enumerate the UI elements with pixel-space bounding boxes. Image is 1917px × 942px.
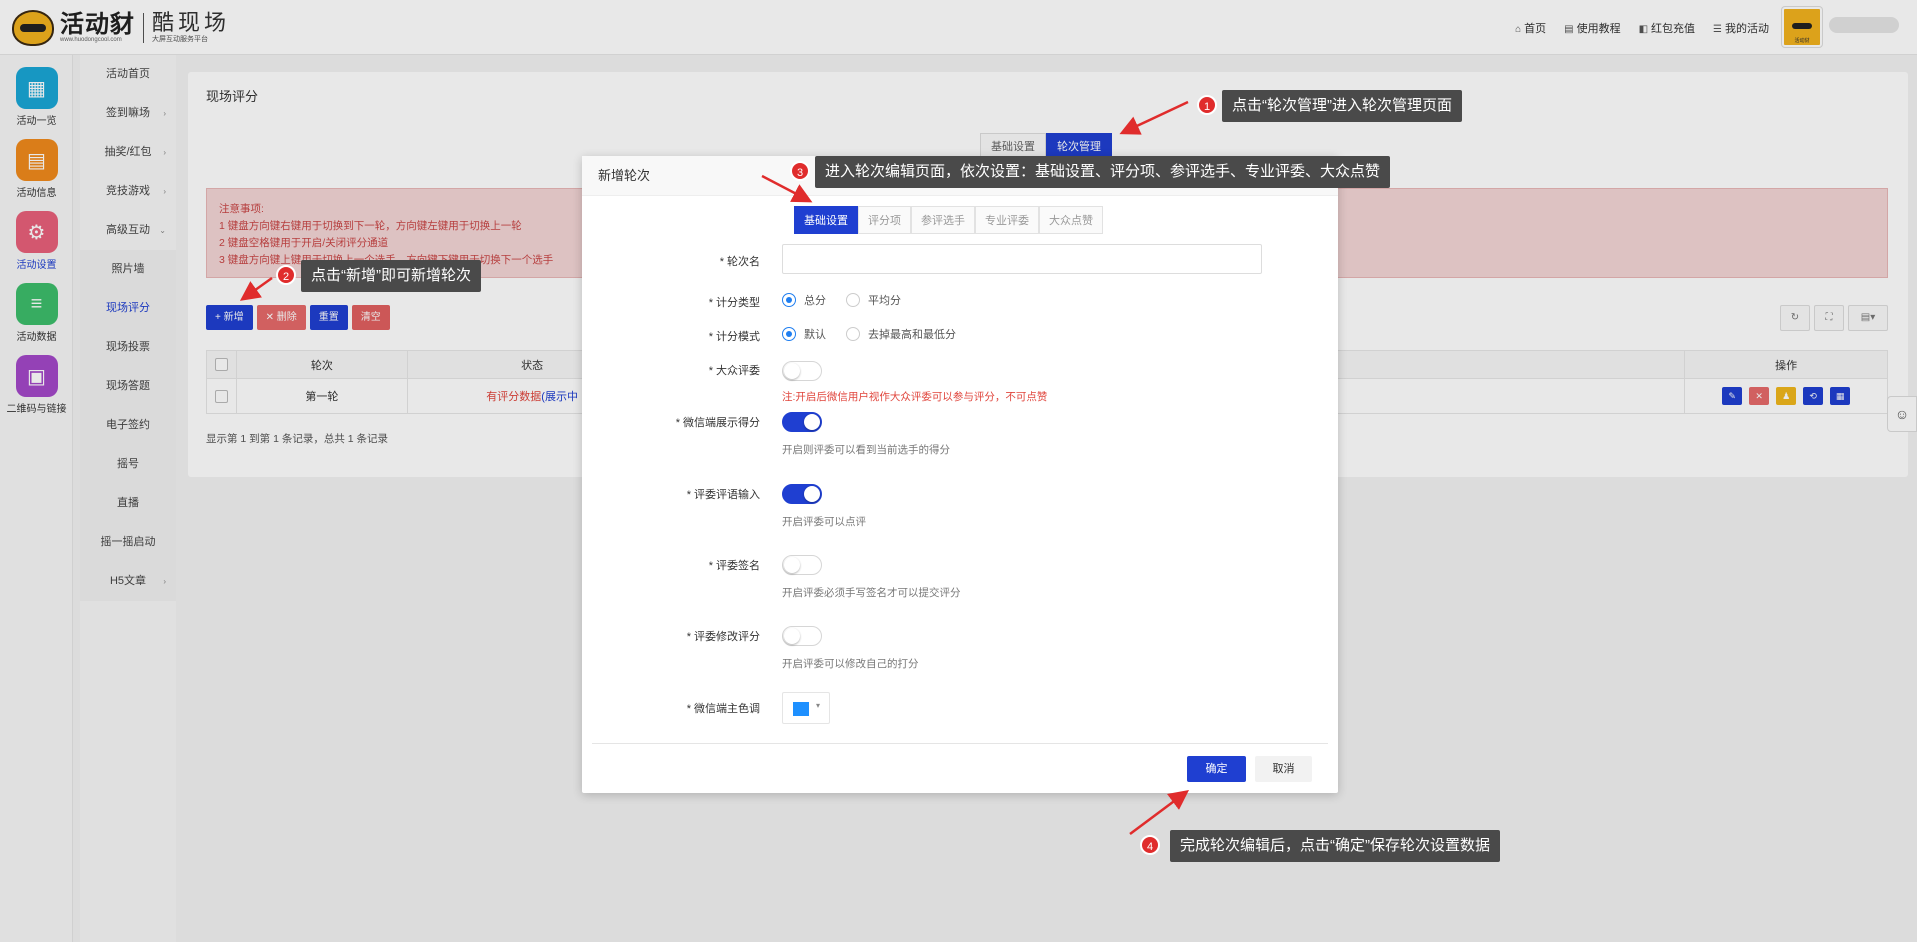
callout-edit-round: 进入轮次编辑页面，依次设置：基础设置、评分项、参评选手、专业评委、大众点赞 — [815, 156, 1391, 188]
score-mode-label: * 计分模式 — [708, 331, 760, 343]
theme-color-picker[interactable]: ▾ — [782, 692, 830, 724]
modal-tab-basic[interactable]: 基础设置 — [794, 206, 858, 234]
label-text: 评委修改评分 — [694, 631, 760, 643]
public-judge-hint: 注:开启后微信用户视作大众评委可以参与评分，不可点赞 — [782, 391, 1048, 403]
radio-label: 平均分 — [868, 295, 901, 307]
confirm-button[interactable]: 确定 — [1187, 756, 1246, 782]
judge-modify-toggle[interactable] — [782, 626, 822, 646]
radio-label: 总分 — [804, 295, 826, 307]
add-round-modal: 新增轮次 基础设置 评分项 参评选手 专业评委 大众点赞 * 轮次名 * 计分类型 … — [582, 156, 1338, 793]
label-text: 大众评委 — [716, 365, 760, 377]
callout-confirm: 完成轮次编辑后，点击“确定”保存轮次设置数据 — [1170, 830, 1500, 862]
label-text: 计分类型 — [716, 297, 760, 309]
callout-badge: 4 — [1140, 835, 1160, 855]
wechat-show-hint: 开启则评委可以看到当前选手的得分 — [782, 444, 950, 456]
judge-modify-label: * 评委修改评分 — [686, 631, 760, 643]
wechat-show-label: * 微信端展示得分 — [675, 417, 760, 429]
label-text: 轮次名 — [727, 256, 760, 268]
score-type-label: * 计分类型 — [708, 297, 760, 309]
radio-label: 去掉最高和最低分 — [868, 329, 956, 341]
cancel-button[interactable]: 取消 — [1255, 756, 1312, 782]
label-text: 评委签名 — [716, 560, 760, 572]
theme-color-label: * 微信端主色调 — [686, 703, 760, 715]
judge-sign-hint: 开启评委必须手写签名才可以提交评分 — [782, 587, 961, 599]
round-name-label: * 轮次名 — [719, 256, 760, 268]
label-text: 微信端展示得分 — [683, 417, 760, 429]
public-judge-toggle[interactable] — [782, 361, 822, 381]
label-text: 评委评语输入 — [694, 489, 760, 501]
score-type-radios: 总分 平均分 — [782, 292, 901, 308]
comment-input-hint: 开启评委可以点评 — [782, 516, 866, 528]
radio-drop-extremes[interactable] — [846, 327, 860, 341]
label-text: 微信端主色调 — [694, 703, 760, 715]
modal-tab-pro-judges[interactable]: 专业评委 — [975, 206, 1039, 234]
judge-sign-toggle[interactable] — [782, 555, 822, 575]
radio-label: 默认 — [804, 329, 826, 341]
callout-badge: 3 — [790, 161, 810, 181]
chevron-down-icon: ▾ — [816, 701, 821, 710]
label-text: 计分模式 — [716, 331, 760, 343]
comment-input-label: * 评委评语输入 — [686, 489, 760, 501]
round-name-input[interactable] — [782, 244, 1262, 274]
wechat-show-toggle[interactable] — [782, 412, 822, 432]
judge-sign-label: * 评委签名 — [708, 560, 760, 572]
judge-modify-hint: 开启评委可以修改自己的打分 — [782, 658, 919, 670]
color-swatch — [793, 702, 809, 716]
radio-average[interactable] — [846, 293, 860, 307]
modal-footer-divider — [592, 743, 1328, 744]
public-judge-label: * 大众评委 — [708, 365, 760, 377]
modal-tab-score-items[interactable]: 评分项 — [858, 206, 911, 234]
radio-default[interactable] — [782, 327, 796, 341]
score-mode-radios: 默认 去掉最高和最低分 — [782, 326, 956, 342]
callout-add: 点击“新增”即可新增轮次 — [301, 260, 481, 292]
callout-badge: 2 — [276, 265, 296, 285]
radio-total[interactable] — [782, 293, 796, 307]
comment-input-toggle[interactable] — [782, 484, 822, 504]
modal-tab-public-likes[interactable]: 大众点赞 — [1039, 206, 1103, 234]
callout-badge: 1 — [1197, 95, 1217, 115]
modal-tabs: 基础设置 评分项 参评选手 专业评委 大众点赞 — [794, 206, 1103, 234]
modal-tab-contestants[interactable]: 参评选手 — [911, 206, 975, 234]
callout-round-management: 点击“轮次管理”进入轮次管理页面 — [1222, 90, 1462, 122]
